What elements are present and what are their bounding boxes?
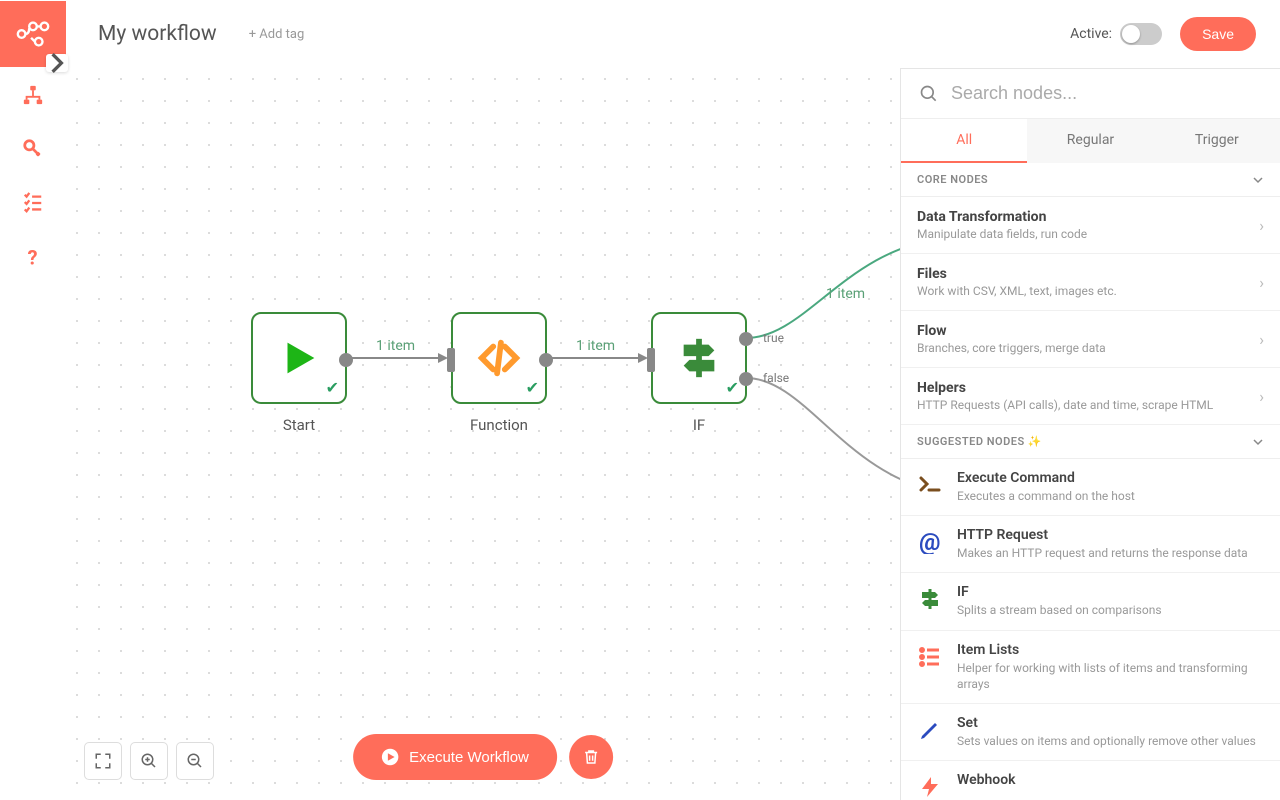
- signpost-icon: [917, 586, 943, 612]
- left-sidebar: ?: [0, 68, 66, 284]
- sidebar-expand-toggle[interactable]: [46, 54, 68, 72]
- chevron-right-icon: ›: [1259, 216, 1264, 235]
- pencil-icon: [917, 717, 943, 743]
- execute-area: Execute Workflow: [353, 734, 613, 780]
- tab-regular[interactable]: Regular: [1027, 119, 1153, 163]
- node-label: Function: [451, 416, 547, 434]
- branch-label-true: true: [763, 331, 784, 345]
- tab-trigger[interactable]: Trigger: [1154, 119, 1280, 163]
- play-icon: [276, 335, 322, 381]
- node-if[interactable]: ✔ IF: [651, 312, 747, 434]
- workflow-canvas[interactable]: 1 item 1 item 1 item true false ✔ Start …: [66, 68, 900, 800]
- input-port[interactable]: [447, 348, 455, 372]
- key-icon: [22, 138, 44, 160]
- list-check-icon: [22, 192, 44, 214]
- core-node-item[interactable]: FilesWork with CSV, XML, text, images et…: [901, 254, 1280, 311]
- branch-label-false: false: [763, 371, 789, 385]
- app-logo[interactable]: [0, 1, 66, 67]
- suggested-node-item[interactable]: Execute CommandExecutes a command on the…: [901, 459, 1280, 516]
- code-icon: [476, 335, 522, 381]
- fullscreen-icon: [94, 752, 112, 770]
- sidebar-item-help[interactable]: ?: [0, 230, 66, 284]
- sidebar-item-executions[interactable]: [0, 176, 66, 230]
- section-suggested-nodes[interactable]: SUGGESTED NODES ✨: [901, 425, 1280, 459]
- edge-if-false: [746, 378, 900, 498]
- input-port[interactable]: [647, 348, 655, 372]
- section-core-nodes[interactable]: CORE NODES: [901, 163, 1280, 197]
- search-row: [901, 69, 1280, 118]
- suggested-node-item[interactable]: Item ListsHelper for working with lists …: [901, 631, 1280, 704]
- output-port-true[interactable]: [739, 332, 753, 346]
- active-toggle[interactable]: [1120, 23, 1162, 45]
- delete-button[interactable]: [569, 735, 613, 779]
- chevron-right-icon: [46, 44, 68, 82]
- tab-all[interactable]: All: [901, 119, 1027, 163]
- suggested-node-item[interactable]: SetSets values on items and optionally r…: [901, 704, 1280, 761]
- sidebar-item-credentials[interactable]: [0, 122, 66, 176]
- canvas-controls: [84, 742, 214, 780]
- node-start[interactable]: ✔ Start: [251, 312, 347, 434]
- list-icon: [917, 644, 943, 670]
- node-panel: All Regular Trigger CORE NODES Data Tran…: [900, 68, 1280, 800]
- core-node-item[interactable]: FlowBranches, core triggers, merge data›: [901, 311, 1280, 368]
- svg-text:@: @: [919, 530, 941, 554]
- suggested-node-item[interactable]: Webhook: [901, 761, 1280, 800]
- suggested-node-item[interactable]: @HTTP RequestMakes an HTTP request and r…: [901, 516, 1280, 573]
- output-port[interactable]: [539, 353, 553, 367]
- topbar: My workflow + Add tag Active: Save: [0, 0, 1280, 68]
- trash-icon: [582, 748, 600, 766]
- node-function[interactable]: ✔ Function: [451, 312, 547, 434]
- bolt-icon: [917, 774, 943, 800]
- execute-workflow-button[interactable]: Execute Workflow: [353, 734, 557, 780]
- edge-label-function-if: 1 item: [576, 338, 615, 354]
- chevron-down-icon: [1252, 436, 1264, 448]
- save-button[interactable]: Save: [1180, 17, 1256, 51]
- workflow-title[interactable]: My workflow: [98, 22, 217, 46]
- execute-label: Execute Workflow: [409, 749, 529, 766]
- chevron-right-icon: ›: [1259, 330, 1264, 349]
- zoom-out-button[interactable]: [176, 742, 214, 780]
- check-icon: ✔: [526, 378, 539, 397]
- edge-label-if-true-count: 1 item: [826, 286, 865, 302]
- active-label: Active:: [1070, 26, 1112, 42]
- zoom-out-icon: [186, 752, 204, 770]
- chevron-right-icon: ›: [1259, 273, 1264, 292]
- svg-text:?: ?: [28, 246, 38, 268]
- search-icon: [919, 84, 939, 104]
- sitemap-icon: [22, 84, 44, 106]
- add-tag-button[interactable]: + Add tag: [249, 27, 305, 42]
- panel-tabs: All Regular Trigger: [901, 118, 1280, 163]
- suggested-node-item[interactable]: IFSplits a stream based on comparisons: [901, 573, 1280, 630]
- node-label: IF: [651, 416, 747, 434]
- zoom-in-icon: [140, 752, 158, 770]
- core-node-item[interactable]: Data TransformationManipulate data field…: [901, 197, 1280, 254]
- check-icon: ✔: [326, 378, 339, 397]
- terminal-icon: [917, 472, 943, 498]
- signpost-icon: [676, 335, 722, 381]
- chevron-down-icon: [1252, 174, 1264, 186]
- output-port[interactable]: [339, 353, 353, 367]
- zoom-in-button[interactable]: [130, 742, 168, 780]
- check-icon: ✔: [726, 378, 739, 397]
- output-port-false[interactable]: [739, 372, 753, 386]
- core-node-item[interactable]: HelpersHTTP Requests (API calls), date a…: [901, 368, 1280, 425]
- node-label: Start: [251, 416, 347, 434]
- at-icon: @: [917, 529, 943, 555]
- search-input[interactable]: [951, 83, 1262, 104]
- question-icon: ?: [22, 246, 44, 268]
- fit-view-button[interactable]: [84, 742, 122, 780]
- play-circle-icon: [381, 748, 399, 766]
- chevron-right-icon: ›: [1259, 387, 1264, 406]
- edge-label-start-function: 1 item: [376, 338, 415, 354]
